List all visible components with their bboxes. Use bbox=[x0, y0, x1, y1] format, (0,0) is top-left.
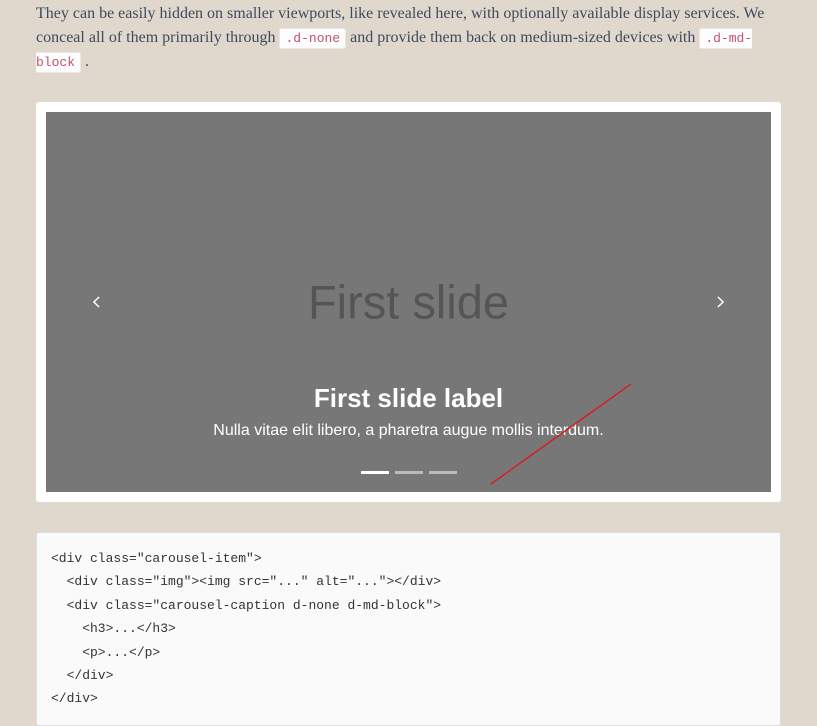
caption-text: Nulla vitae elit libero, a pharetra augu… bbox=[46, 422, 771, 440]
caption-heading: First slide label bbox=[46, 383, 771, 414]
slide-placeholder-text: First slide bbox=[308, 275, 509, 330]
indicator-2[interactable] bbox=[395, 471, 423, 474]
intro-paragraph: They can be easily hidden on smaller vie… bbox=[36, 0, 781, 74]
code-sample-block: <div class="carousel-item"> <div class="… bbox=[36, 532, 781, 726]
indicator-1[interactable] bbox=[361, 471, 389, 474]
carousel-demo-container: First slide First slide label Nulla vita… bbox=[36, 102, 781, 502]
carousel-next-button[interactable] bbox=[701, 282, 741, 322]
carousel-indicators bbox=[361, 471, 457, 474]
indicator-3[interactable] bbox=[429, 471, 457, 474]
carousel: First slide First slide label Nulla vita… bbox=[46, 112, 771, 492]
carousel-prev-button[interactable] bbox=[76, 282, 116, 322]
chevron-right-icon bbox=[712, 293, 730, 311]
carousel-caption: First slide label Nulla vitae elit liber… bbox=[46, 383, 771, 440]
intro-text-2: and provide them back on medium-sized de… bbox=[350, 29, 699, 46]
code-d-none: .d-none bbox=[279, 28, 346, 49]
intro-text-3: . bbox=[85, 53, 89, 70]
chevron-left-icon bbox=[87, 293, 105, 311]
